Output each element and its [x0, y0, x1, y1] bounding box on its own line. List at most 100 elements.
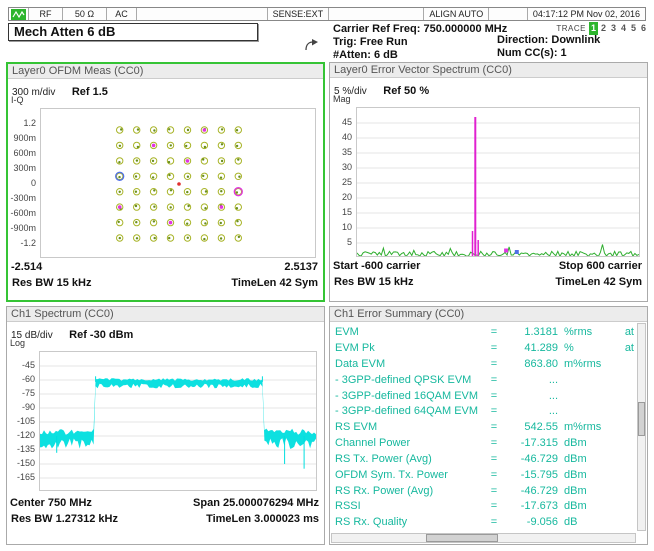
summary-unit: dBm	[558, 500, 612, 512]
y-axis-tick: 30	[342, 162, 352, 172]
summary-lab: Channel Power	[335, 437, 488, 449]
y-axis-tick: 900m	[13, 133, 36, 143]
trace-row: TRACE123456	[497, 22, 648, 34]
summary-eq: =	[488, 500, 500, 512]
summary-suf: at	[612, 326, 634, 338]
summary-eq: =	[488, 405, 500, 417]
strip-spacer	[137, 8, 268, 20]
numcc-setting: Num CC(s): 1	[497, 47, 648, 60]
res-bw: Res BW 15 kHz	[334, 276, 413, 288]
summary-lab: EVM	[335, 326, 488, 338]
summary-row: RS Rx. Quality=-9.056dB	[335, 514, 634, 530]
vertical-scrollbar[interactable]	[637, 323, 646, 532]
rf-indicator: RF	[29, 8, 63, 20]
scale-line: 300 m/div Ref 1.5	[12, 82, 108, 100]
vertical-scrollbar-thumb[interactable]	[638, 402, 645, 436]
spectrum-plot[interactable]	[39, 351, 317, 491]
panel-error-summary[interactable]: Ch1 Error Summary (CC0) EVM=1.3181%rmsat…	[329, 306, 648, 546]
y-axis-tick: -165	[17, 472, 35, 482]
summary-row: - 3GPP-defined QPSK EVM=...	[335, 372, 634, 388]
panel-error-vector-spectrum[interactable]: Layer0 Error Vector Spectrum (CC0) 5 %/d…	[329, 62, 648, 302]
summary-row: Channel Power=-17.315dBm	[335, 435, 634, 451]
summary-unit: m%rms	[558, 358, 612, 370]
summary-eq: =	[488, 516, 500, 528]
y-axis-tick: 5	[347, 237, 352, 247]
align-indicator: ALIGN AUTO	[424, 8, 489, 20]
horizontal-scrollbar[interactable]	[331, 533, 636, 543]
summary-val: -15.795	[500, 469, 558, 481]
summary-unit: %rms	[558, 326, 612, 338]
summary-lab: RSSI	[335, 500, 488, 512]
summary-val: -9.056	[500, 516, 558, 528]
summary-unit: dBm	[558, 437, 612, 449]
trace-3-button[interactable]: 3	[609, 22, 618, 35]
y-axis-tick: 600m	[13, 148, 36, 158]
trig-setting: Trig: Free Run	[333, 36, 507, 49]
y-axis-tick: -600m	[10, 208, 36, 218]
y-axis-tick: -300m	[10, 193, 36, 203]
axis-name: I-Q	[11, 95, 24, 105]
time-len: TimeLen 42 Sym	[555, 276, 642, 288]
mech-atten-annotation: Mech Atten 6 dB	[8, 23, 258, 41]
summary-val: 863.80	[500, 358, 558, 370]
summary-eq: =	[488, 453, 500, 465]
summary-eq: =	[488, 469, 500, 481]
y-axis-tick: -135	[17, 444, 35, 454]
constellation-plot[interactable]	[40, 108, 316, 258]
panel-ofdm-constellation[interactable]: Layer0 OFDM Meas (CC0) 300 m/div Ref 1.5…	[6, 62, 325, 302]
summary-suf: at	[612, 342, 634, 354]
strip-spacer	[329, 8, 424, 20]
y-axis-tick: 1.2	[23, 118, 36, 128]
time-len: TimeLen 3.000023 ms	[206, 513, 319, 525]
evm-spectrum-plot[interactable]	[356, 107, 640, 257]
summary-unit: m%rms	[558, 421, 612, 433]
summary-eq: =	[488, 390, 500, 402]
strip-spacer	[489, 8, 528, 20]
y-axis-tick: -1.2	[20, 238, 36, 248]
summary-val: ...	[500, 390, 558, 402]
status-strip: RF 50 Ω AC SENSE:EXT ALIGN AUTO 04:17:12…	[8, 7, 646, 21]
x-stop: Stop 600 carrier	[559, 260, 642, 272]
span: Span 25.000076294 MHz	[193, 497, 319, 509]
summary-val: -46.729	[500, 453, 558, 465]
y-axis-tick: -60	[22, 374, 35, 384]
right-settings: TRACE123456 Direction: Downlink Num CC(s…	[497, 22, 648, 60]
summary-lab: RS Tx. Power (Avg)	[335, 453, 488, 465]
ref-level: Ref -30 dBm	[69, 329, 133, 341]
summary-lab: RS EVM	[335, 421, 488, 433]
summary-val: 41.289	[500, 342, 558, 354]
axis-name: Log	[10, 338, 25, 348]
trace-label: TRACE	[556, 24, 586, 33]
summary-val: -17.315	[500, 437, 558, 449]
x-min: -2.514	[11, 261, 42, 273]
summary-lab: RS Rx. Quality	[335, 516, 488, 528]
y-axis: 1.2900m600m300m0-300m-600m-900m-1.2	[8, 108, 38, 258]
summary-unit: dBm	[558, 469, 612, 481]
summary-lab: - 3GPP-defined 16QAM EVM	[335, 390, 488, 402]
measurement-grid: Layer0 OFDM Meas (CC0) 300 m/div Ref 1.5…	[6, 62, 648, 545]
summary-lab: OFDM Sym. Tx. Power	[335, 469, 488, 481]
trace-4-button[interactable]: 4	[619, 22, 628, 35]
horizontal-scrollbar-thumb[interactable]	[426, 534, 498, 542]
meas-settings: Carrier Ref Freq: 750.000000 MHz Trig: F…	[333, 23, 507, 62]
trace-6-button[interactable]: 6	[639, 22, 648, 35]
trace-2-button[interactable]: 2	[599, 22, 608, 35]
scale-line: 15 dB/div Ref -30 dBm	[11, 325, 133, 343]
summary-val: ...	[500, 374, 558, 386]
panel-title: Layer0 OFDM Meas (CC0)	[8, 64, 323, 79]
summary-row: EVM Pk=41.289%at	[335, 340, 634, 356]
summary-row: EVM=1.3181%rmsat	[335, 325, 634, 341]
summary-row: - 3GPP-defined 64QAM EVM=...	[335, 404, 634, 420]
x-start: Start -600 carrier	[333, 260, 420, 272]
ref-level: Ref 1.5	[72, 86, 108, 98]
trace-5-button[interactable]: 5	[629, 22, 638, 35]
panel-spectrum[interactable]: Ch1 Spectrum (CC0) 15 dB/div Ref -30 dBm…	[6, 306, 325, 546]
panel-title: Layer0 Error Vector Spectrum (CC0)	[330, 63, 647, 78]
y-axis-tick: -150	[17, 458, 35, 468]
summary-lab: - 3GPP-defined QPSK EVM	[335, 374, 488, 386]
res-bw: Res BW 1.27312 kHz	[11, 513, 118, 525]
y-axis-tick: -120	[17, 430, 35, 440]
y-axis-tick: 25	[342, 177, 352, 187]
atten-setting: #Atten: 6 dB	[333, 49, 507, 62]
y-axis-tick: -45	[22, 360, 35, 370]
